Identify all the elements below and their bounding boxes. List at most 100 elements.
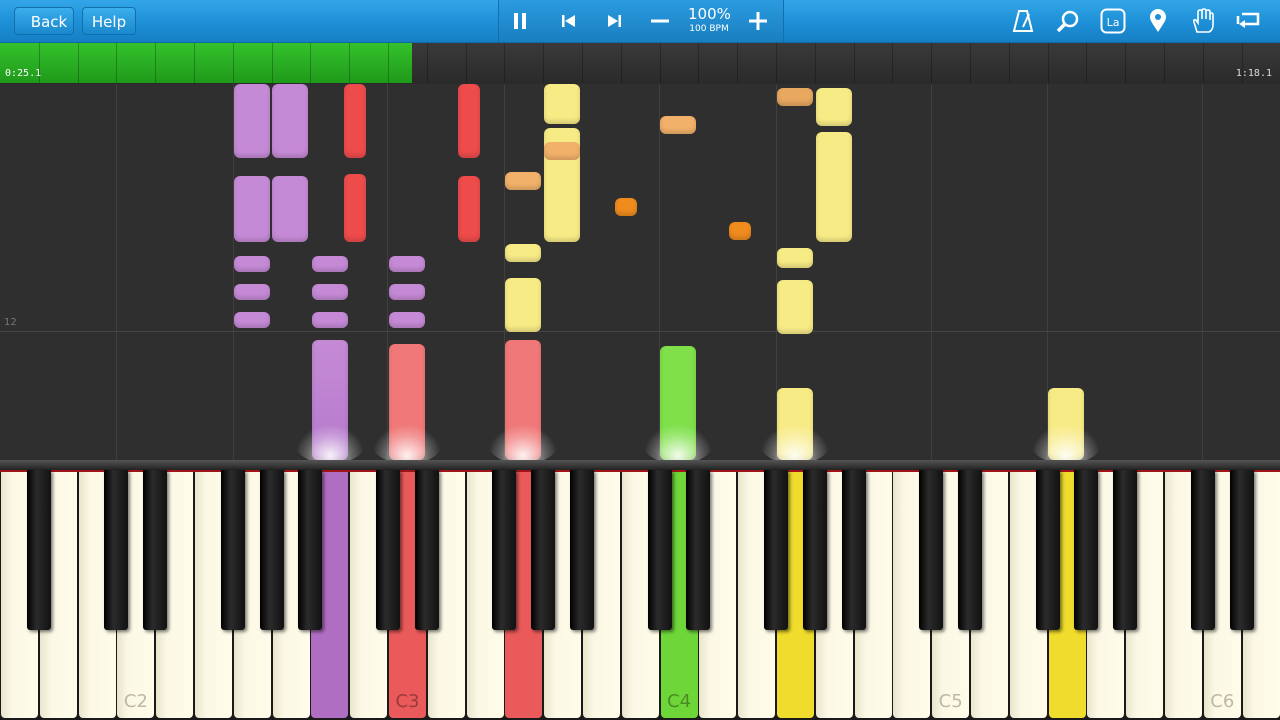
- black-key[interactable]: [958, 470, 982, 630]
- falling-note: [816, 88, 852, 126]
- black-key[interactable]: [1113, 470, 1138, 630]
- falling-note: [544, 142, 580, 160]
- falling-note: [344, 84, 366, 158]
- hit-burst: [643, 424, 713, 460]
- progress-tick: [426, 43, 428, 83]
- octave-label: C6: [1210, 691, 1235, 712]
- zoom-icon[interactable]: [1053, 6, 1083, 36]
- black-key[interactable]: [104, 470, 129, 630]
- back-button[interactable]: Back: [14, 7, 74, 35]
- black-key[interactable]: [376, 470, 400, 630]
- black-key[interactable]: [414, 470, 439, 630]
- black-key[interactable]: [1074, 470, 1099, 630]
- falling-note: [272, 176, 308, 242]
- progress-tick: [620, 43, 622, 83]
- total-time: 1:18.1: [1235, 68, 1272, 79]
- falling-note: [234, 284, 270, 300]
- pause-icon[interactable]: [506, 0, 534, 42]
- falling-note: [505, 278, 541, 332]
- falling-note: [344, 174, 366, 242]
- progress-tick: [543, 43, 545, 83]
- octave-label: C5: [938, 691, 963, 712]
- black-key[interactable]: [1229, 470, 1254, 630]
- octave-line: [1202, 84, 1203, 460]
- note-label-icon[interactable]: La: [1098, 6, 1128, 36]
- black-key[interactable]: [531, 470, 556, 630]
- next-icon[interactable]: [600, 0, 628, 42]
- falling-note: [777, 280, 813, 334]
- falling-note: [234, 256, 270, 272]
- minus-icon[interactable]: [646, 0, 674, 42]
- falling-note: [777, 88, 813, 106]
- note-label-glyph: La: [1107, 16, 1120, 29]
- progress-tick: [853, 43, 855, 83]
- black-key[interactable]: [841, 470, 866, 630]
- black-key[interactable]: [1035, 470, 1060, 630]
- falling-note: [389, 284, 425, 300]
- black-key[interactable]: [220, 470, 245, 630]
- previous-icon[interactable]: [555, 0, 583, 42]
- measure-line: [0, 331, 1280, 332]
- falling-note: [234, 312, 270, 328]
- progress-tick: [77, 43, 79, 83]
- falling-note: [312, 312, 348, 328]
- hit-burst: [372, 424, 442, 460]
- progress-tick: [388, 43, 389, 83]
- current-time: 0:25.1: [5, 68, 42, 79]
- toolbar: Back Help 100% 100 BPM La: [0, 0, 1280, 43]
- falling-note: [312, 256, 348, 272]
- falling-note: [389, 256, 425, 272]
- progress-tick: [659, 43, 661, 83]
- black-key[interactable]: [802, 470, 827, 630]
- falling-note: [729, 222, 751, 240]
- black-key[interactable]: [647, 470, 672, 630]
- progress-bar[interactable]: [0, 43, 1280, 83]
- progress-tick: [116, 43, 118, 83]
- progress-tick: [349, 43, 351, 83]
- progress-tick: [271, 43, 273, 83]
- octave-label: C2: [123, 691, 148, 712]
- hit-burst: [760, 424, 830, 460]
- progress-tick: [970, 43, 971, 83]
- falling-note: [312, 284, 348, 300]
- progress-tick: [232, 43, 234, 83]
- progress-tick: [892, 43, 894, 83]
- black-key[interactable]: [919, 470, 944, 630]
- black-key[interactable]: [259, 470, 284, 630]
- falling-note: [234, 176, 270, 242]
- plus-icon[interactable]: [744, 0, 772, 42]
- falling-note: [389, 312, 425, 328]
- black-key[interactable]: [1190, 470, 1215, 630]
- progress-fill: [0, 43, 413, 83]
- hit-burst: [488, 424, 558, 460]
- black-key[interactable]: [298, 470, 323, 630]
- progress-tick: [698, 43, 700, 83]
- falling-note: [505, 244, 541, 262]
- black-key[interactable]: [26, 470, 51, 630]
- loop-icon[interactable]: [1233, 6, 1263, 36]
- speed-percent[interactable]: 100%: [688, 5, 731, 23]
- falling-note: [615, 198, 637, 216]
- falling-note: [660, 116, 696, 134]
- marker-icon[interactable]: [1143, 6, 1173, 36]
- falling-note: [777, 248, 813, 268]
- falling-note: [234, 84, 270, 158]
- black-key[interactable]: [143, 470, 168, 630]
- progress-tick: [504, 43, 506, 83]
- progress-tick: [582, 43, 583, 83]
- hit-burst: [1031, 424, 1101, 460]
- black-key[interactable]: [570, 470, 594, 630]
- falling-note: [505, 172, 541, 190]
- black-key[interactable]: [764, 470, 788, 630]
- hand-icon[interactable]: [1188, 6, 1218, 36]
- help-button[interactable]: Help: [82, 7, 136, 35]
- progress-tick: [310, 43, 312, 83]
- speed-bpm: 100 BPM: [689, 24, 729, 34]
- black-key[interactable]: [686, 470, 711, 630]
- black-key[interactable]: [492, 470, 517, 630]
- falling-note: [816, 132, 852, 242]
- octave-line: [116, 84, 117, 460]
- progress-tick: [1008, 43, 1010, 83]
- metronome-icon[interactable]: [1008, 6, 1038, 36]
- progress-tick: [1202, 43, 1204, 83]
